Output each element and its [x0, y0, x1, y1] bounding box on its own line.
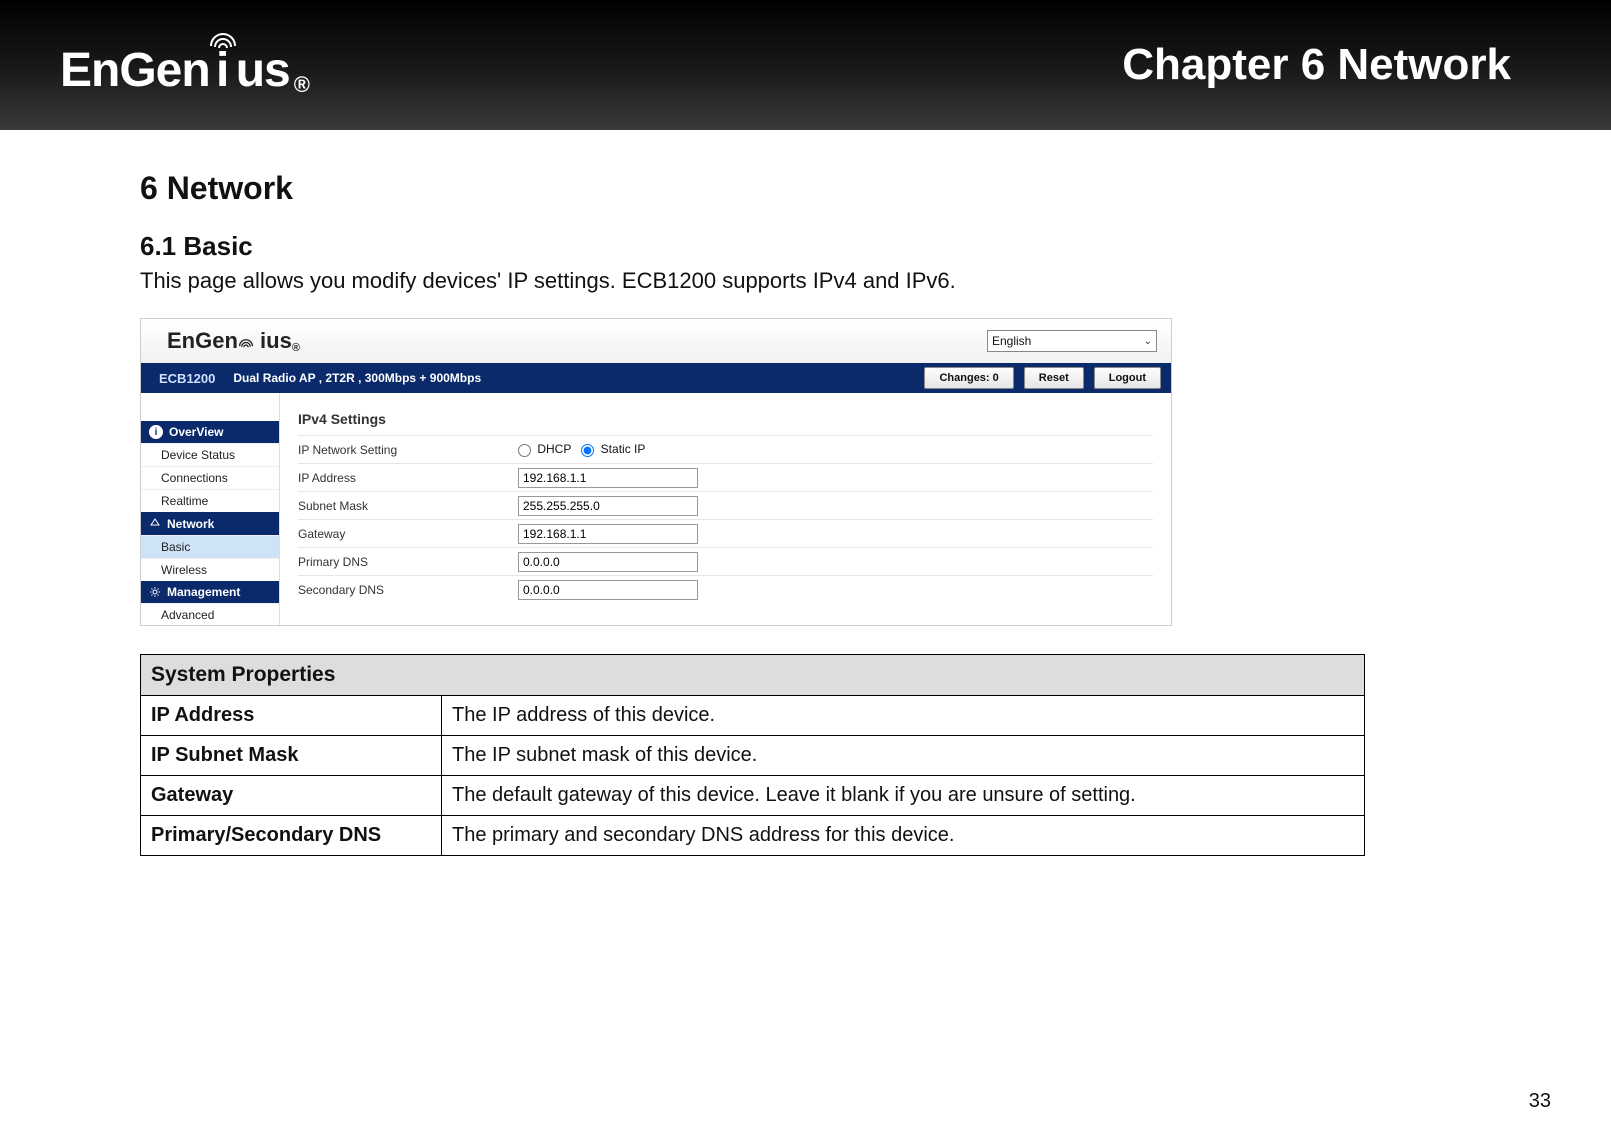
- setting-label: IP Network Setting: [298, 443, 518, 457]
- lead-paragraph: This page allows you modify devices' IP …: [140, 268, 1471, 294]
- prop-value: The IP subnet mask of this device.: [442, 736, 1365, 776]
- sidebar-section-network[interactable]: Network: [141, 512, 279, 535]
- network-icon: [149, 516, 161, 531]
- table-row: IP Subnet MaskThe IP subnet mask of this…: [141, 736, 1365, 776]
- section-heading: 6 Network: [140, 170, 1471, 207]
- language-value: English: [992, 334, 1031, 348]
- settings-panel: IPv4 Settings IP Network Setting DHCP St…: [280, 393, 1171, 625]
- setting-value: [518, 552, 698, 572]
- sidebar-item-advanced[interactable]: Advanced: [141, 603, 279, 626]
- prop-key: Gateway: [141, 776, 442, 816]
- setting-value: [518, 468, 698, 488]
- setting-row: Subnet Mask: [298, 491, 1153, 519]
- setting-value: [518, 580, 698, 600]
- chevron-down-icon: ⌄: [1144, 336, 1152, 347]
- ui-brand-logo: EnGen i us ®: [167, 328, 300, 354]
- reset-button[interactable]: Reset: [1024, 367, 1084, 389]
- ui-toolbar: ECB1200 Dual Radio AP , 2T2R , 300Mbps +…: [141, 363, 1171, 393]
- prop-value: The default gateway of this device. Leav…: [442, 776, 1365, 816]
- prop-key: Primary/Secondary DNS: [141, 816, 442, 856]
- table-row: IP AddressThe IP address of this device.: [141, 696, 1365, 736]
- setting-label: Subnet Mask: [298, 499, 518, 513]
- brand-wifi-i: i: [208, 33, 238, 98]
- table-row: Primary/Secondary DNSThe primary and sec…: [141, 816, 1365, 856]
- setting-row: Primary DNS: [298, 547, 1153, 575]
- props-title: System Properties: [141, 655, 1365, 696]
- info-icon: i: [149, 425, 163, 439]
- setting-row: Secondary DNS: [298, 575, 1153, 603]
- wifi-icon: [238, 328, 260, 353]
- prop-value: The IP address of this device.: [442, 696, 1365, 736]
- ui-brand-text-left: EnGen: [167, 328, 238, 354]
- radio-option[interactable]: Static IP: [581, 442, 645, 456]
- sidebar-network-label: Network: [167, 517, 214, 531]
- radio-input[interactable]: [518, 444, 531, 457]
- language-select[interactable]: English ⌄: [987, 330, 1157, 352]
- prop-value: The primary and secondary DNS address fo…: [442, 816, 1365, 856]
- device-description: Dual Radio AP , 2T2R , 300Mbps + 900Mbps: [233, 371, 481, 385]
- table-row: GatewayThe default gateway of this devic…: [141, 776, 1365, 816]
- page-number: 33: [1529, 1090, 1551, 1113]
- device-model: ECB1200: [141, 371, 233, 386]
- setting-label: Secondary DNS: [298, 583, 518, 597]
- sidebar-item-basic[interactable]: Basic: [141, 535, 279, 558]
- setting-row: IP Network Setting DHCP Static IP: [298, 435, 1153, 463]
- ui-brand-text-right: us: [266, 328, 292, 354]
- setting-label: Primary DNS: [298, 555, 518, 569]
- panel-title: IPv4 Settings: [298, 411, 1153, 427]
- brand-text-left: EnGen: [60, 43, 210, 98]
- ui-brand-wifi-i: i: [238, 328, 266, 354]
- setting-value: DHCP Static IP: [518, 442, 655, 456]
- sidebar-section-overview[interactable]: i OverView: [141, 421, 279, 443]
- sidebar-item-realtime[interactable]: Realtime: [141, 489, 279, 512]
- brand-text-right: us: [236, 43, 290, 98]
- sidebar-item-connections[interactable]: Connections: [141, 466, 279, 489]
- text-input[interactable]: [518, 552, 698, 572]
- logout-button[interactable]: Logout: [1094, 367, 1161, 389]
- sidebar: i OverView Device Status Connections Rea…: [141, 393, 280, 625]
- radio-input[interactable]: [581, 444, 594, 457]
- sidebar-overview-label: OverView: [169, 425, 223, 439]
- brand-text-i: i: [216, 43, 229, 98]
- text-input[interactable]: [518, 524, 698, 544]
- brand-logo: EnGen i us ®: [60, 33, 310, 98]
- radio-option[interactable]: DHCP: [518, 442, 571, 456]
- registered-mark: ®: [294, 72, 310, 98]
- text-input[interactable]: [518, 496, 698, 516]
- page-header: EnGen i us ® Chapter 6 Network: [0, 0, 1611, 130]
- setting-row: Gateway: [298, 519, 1153, 547]
- prop-key: IP Address: [141, 696, 442, 736]
- ui-topbar: EnGen i us ®: [141, 319, 1171, 363]
- setting-value: [518, 496, 698, 516]
- text-input[interactable]: [518, 580, 698, 600]
- subsection-heading: 6.1 Basic: [140, 231, 1471, 262]
- prop-key: IP Subnet Mask: [141, 736, 442, 776]
- sidebar-section-management[interactable]: Management: [141, 581, 279, 603]
- chapter-title: Chapter 6 Network: [1122, 40, 1511, 90]
- text-input[interactable]: [518, 468, 698, 488]
- setting-value: [518, 524, 698, 544]
- sidebar-management-label: Management: [167, 585, 240, 599]
- embedded-ui: EnGen i us ®: [140, 318, 1172, 626]
- setting-label: IP Address: [298, 471, 518, 485]
- setting-row: IP Address: [298, 463, 1153, 491]
- ui-registered-mark: ®: [292, 342, 300, 354]
- gear-icon: [149, 586, 161, 598]
- changes-button[interactable]: Changes: 0: [924, 367, 1013, 389]
- system-properties-table: System Properties IP AddressThe IP addre…: [140, 654, 1365, 856]
- setting-label: Gateway: [298, 527, 518, 541]
- sidebar-item-device-status[interactable]: Device Status: [141, 443, 279, 466]
- sidebar-item-wireless[interactable]: Wireless: [141, 558, 279, 581]
